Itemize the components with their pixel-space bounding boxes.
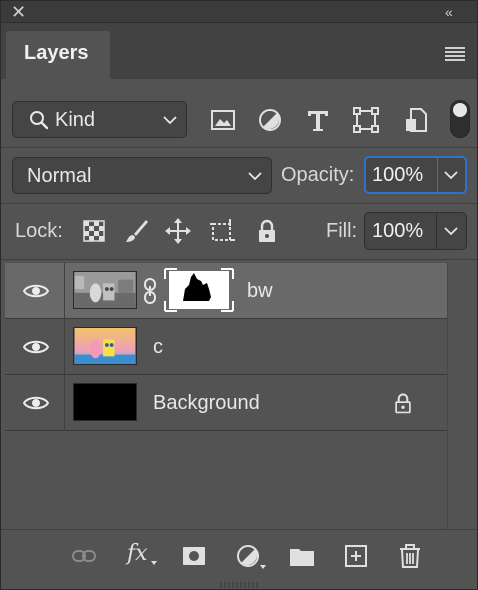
blend-mode-value: Normal — [27, 165, 92, 187]
pixel-layer-filter-icon[interactable] — [209, 106, 237, 134]
divider — [437, 158, 438, 192]
divider — [1, 147, 477, 148]
opacity-input[interactable]: 100% — [364, 156, 467, 194]
filter-type-select[interactable]: Kind — [12, 101, 187, 138]
lock-label: Lock: — [15, 220, 63, 242]
fx-label: fx — [127, 541, 148, 566]
close-panel-icon[interactable]: ✕ — [11, 3, 27, 21]
layers-bottom-toolbar: fx — [1, 529, 477, 579]
lock-artboard-icon[interactable] — [208, 217, 236, 245]
chevron-down-icon[interactable] — [443, 167, 459, 183]
chevron-down-icon — [248, 172, 262, 181]
eye-icon[interactable] — [23, 337, 49, 357]
layers-panel: ✕ « Layers Kind Normal Opacity: 100% Loc… — [0, 0, 478, 590]
layers-list-empty-area[interactable] — [5, 433, 447, 529]
panel-title-bar: ✕ « — [1, 1, 477, 23]
fill-value: 100% — [372, 220, 424, 242]
adjustment-layer-filter-icon[interactable] — [256, 106, 284, 134]
fill-label: Fill: — [326, 220, 358, 242]
new-fill-adjustment-icon[interactable] — [235, 543, 261, 569]
layer-thumbnail-background[interactable] — [73, 383, 137, 421]
eye-icon[interactable] — [23, 393, 49, 413]
collapse-panel-icon[interactable]: « — [445, 3, 465, 21]
divider — [1, 259, 477, 260]
filter-toggle-knob — [453, 103, 467, 117]
lock-all-icon[interactable] — [253, 217, 281, 245]
tab-layers[interactable]: Layers — [6, 31, 110, 79]
layer-thumbnail-bw[interactable] — [73, 271, 137, 309]
shape-layer-filter-icon[interactable] — [352, 106, 380, 134]
layer-mask-thumbnail[interactable] — [163, 267, 235, 313]
layer-row[interactable]: Background — [5, 375, 447, 431]
fill-input[interactable]: 100% — [364, 212, 467, 250]
layers-scroll-track[interactable] — [447, 263, 477, 529]
mask-link-icon[interactable] — [143, 278, 157, 304]
blend-mode-select[interactable]: Normal — [12, 157, 272, 194]
visibility-cell[interactable] — [5, 263, 65, 319]
layer-lock-icon — [395, 393, 411, 414]
dropdown-caret-icon — [260, 565, 266, 569]
tab-layers-label: Layers — [24, 42, 89, 64]
lock-transparent-pixels-icon[interactable] — [80, 217, 108, 245]
search-icon — [30, 111, 49, 130]
layer-thumbnail-c[interactable] — [73, 327, 137, 365]
chevron-down-icon — [163, 116, 177, 125]
add-mask-icon[interactable] — [181, 543, 207, 569]
type-layer-filter-icon[interactable] — [304, 106, 332, 134]
visibility-cell[interactable] — [5, 375, 65, 431]
chevron-down-icon[interactable] — [443, 223, 459, 239]
link-layers-icon[interactable] — [71, 543, 97, 569]
opacity-value: 100% — [372, 164, 424, 186]
delete-layer-icon[interactable] — [397, 543, 423, 569]
filter-toggle-switch[interactable] — [450, 100, 470, 138]
visibility-cell[interactable] — [5, 319, 65, 375]
layer-name[interactable]: c — [153, 336, 163, 359]
panel-tab-row: Layers — [1, 23, 477, 79]
layers-list: bw c Background — [5, 263, 447, 433]
opacity-label: Opacity: — [281, 164, 355, 186]
panel-menu-icon[interactable] — [445, 47, 465, 61]
lock-position-icon[interactable] — [164, 217, 192, 245]
dropdown-caret-icon — [151, 561, 157, 565]
panel-resize-grip[interactable] — [219, 581, 259, 589]
layer-row[interactable]: bw — [5, 263, 447, 319]
lock-image-pixels-icon[interactable] — [122, 217, 150, 245]
layer-row[interactable]: c — [5, 319, 447, 375]
divider — [436, 213, 437, 249]
filter-kind-label: Kind — [55, 109, 96, 131]
divider — [1, 203, 477, 204]
eye-icon[interactable] — [23, 281, 49, 301]
add-layer-style-icon[interactable]: fx — [127, 541, 161, 571]
layer-name[interactable]: Background — [153, 392, 260, 415]
layer-name[interactable]: bw — [247, 280, 273, 303]
smart-object-filter-icon[interactable] — [402, 106, 430, 134]
new-layer-icon[interactable] — [343, 543, 369, 569]
new-group-icon[interactable] — [289, 543, 315, 569]
